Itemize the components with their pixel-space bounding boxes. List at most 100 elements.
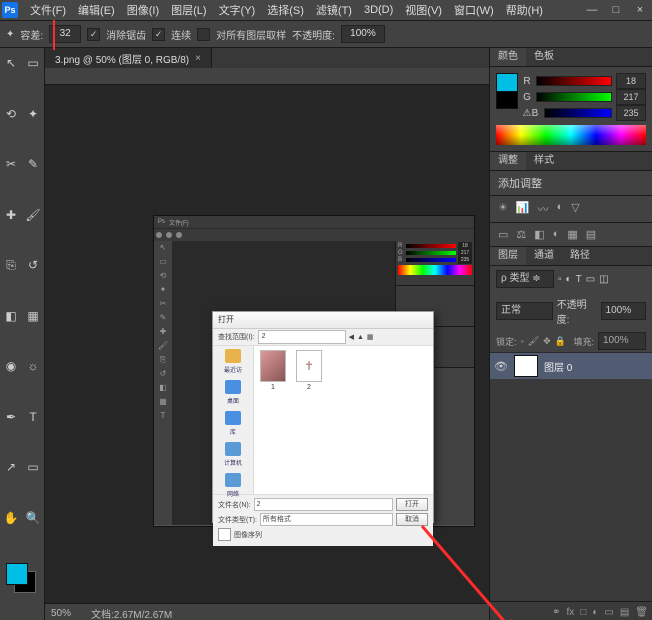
filter-shape-icon[interactable]: ▭ (586, 274, 595, 285)
places-recent[interactable]: 最近访 (213, 349, 253, 374)
marquee-tool[interactable]: ▭ (23, 53, 43, 73)
type-tool[interactable]: T (23, 407, 43, 427)
filter-adj-icon[interactable]: ◐ (566, 274, 572, 285)
zoom-tool[interactable]: 🔍 (23, 508, 43, 528)
back-icon[interactable]: ◀ (349, 333, 354, 341)
mask-icon[interactable]: □ (580, 607, 586, 618)
r-slider[interactable] (536, 76, 612, 86)
gradient-tool[interactable]: ▦ (23, 306, 43, 326)
delete-layer-icon[interactable]: 🗑 (635, 607, 648, 618)
brightness-icon[interactable]: ☀ (498, 201, 508, 217)
file-item-2[interactable]: ✝ 2 (294, 350, 324, 391)
group-icon[interactable]: ▭ (604, 607, 613, 618)
layer-filter-dropdown[interactable]: ρ 类型 ≑ (496, 270, 554, 288)
folder-dropdown[interactable]: 2 (258, 330, 346, 344)
fx-icon[interactable]: fx (567, 607, 575, 618)
document-tab-close-icon[interactable]: × (195, 53, 201, 64)
tab-channels[interactable]: 通道 (526, 247, 562, 265)
link-layers-icon[interactable]: ⚭ (552, 607, 560, 618)
b-value[interactable]: 235 (616, 105, 646, 121)
dodge-tool[interactable]: ☼ (23, 356, 43, 376)
bw-icon[interactable]: ◧ (534, 228, 544, 241)
foreground-color-swatch[interactable] (6, 563, 28, 585)
adjustment-layer-icon[interactable]: ◐ (592, 607, 598, 618)
shape-tool[interactable]: ▭ (23, 457, 43, 477)
places-desktop[interactable]: 桌面 (213, 380, 253, 405)
photofilter-icon[interactable]: ◐ (553, 228, 560, 241)
balance-icon[interactable]: ⚖ (516, 228, 526, 241)
window-minimize-button[interactable]: — (580, 0, 604, 20)
blur-tool[interactable]: ◉ (1, 356, 21, 376)
tab-adjustments[interactable]: 调整 (490, 152, 526, 170)
contiguous-checkbox[interactable]: ✓ (152, 28, 165, 41)
file-list[interactable]: 1 ✝ 2 (254, 346, 433, 494)
wand-tool[interactable]: ✦ (23, 104, 43, 124)
antialias-checkbox[interactable]: ✓ (87, 28, 100, 41)
move-tool[interactable]: ↖ (1, 53, 21, 73)
g-value[interactable]: 217 (616, 89, 646, 105)
tool-preset-icon[interactable]: ✦ (6, 29, 14, 40)
pen-tool[interactable]: ✒ (1, 407, 21, 427)
layer-thumbnail[interactable] (514, 355, 538, 377)
menu-view[interactable]: 视图(V) (399, 2, 448, 18)
window-close-button[interactable]: × (628, 0, 652, 20)
document-tab[interactable]: 3.png @ 50% (图层 0, RGB/8) × (45, 48, 212, 68)
g-slider[interactable] (536, 92, 612, 102)
layer-opacity-input[interactable]: 100% (601, 302, 646, 320)
cancel-button[interactable]: 取消 (396, 513, 428, 526)
filetype-dropdown[interactable]: 所有格式 (260, 513, 393, 526)
color-swatches[interactable] (6, 563, 36, 593)
lock-position-icon[interactable]: ✥ (543, 336, 551, 347)
r-value[interactable]: 18 (616, 73, 646, 89)
filter-pixel-icon[interactable]: ▫ (558, 274, 562, 285)
stamp-tool[interactable]: ⎘ (1, 255, 21, 275)
brush-tool[interactable]: 🖌 (23, 205, 43, 225)
menu-edit[interactable]: 编辑(E) (72, 2, 121, 18)
lock-all-icon[interactable]: 🔒 (555, 336, 566, 347)
curves-icon[interactable]: 〰 (538, 201, 549, 217)
hand-tool[interactable]: ✋ (1, 508, 21, 528)
image-sequence-checkbox[interactable] (218, 528, 231, 541)
up-icon[interactable]: ▲ (357, 334, 364, 341)
crop-tool[interactable]: ✂ (1, 154, 21, 174)
zoom-level[interactable]: 50% (51, 608, 71, 619)
eyedrop-tool[interactable]: ✎ (23, 154, 43, 174)
fill-input[interactable]: 100% (598, 332, 646, 350)
menu-filter[interactable]: 滤镜(T) (310, 2, 358, 18)
tab-paths[interactable]: 路径 (562, 247, 598, 265)
blend-mode-dropdown[interactable]: 正常 (496, 302, 553, 320)
color-spectrum[interactable] (496, 125, 646, 145)
filter-type-icon[interactable]: T (576, 274, 582, 285)
opacity-input[interactable]: 100% (341, 25, 385, 43)
file-item-1[interactable]: 1 (258, 350, 288, 391)
tab-swatches[interactable]: 色板 (526, 48, 562, 66)
eraser-tool[interactable]: ◧ (1, 306, 21, 326)
menu-image[interactable]: 图像(I) (121, 2, 165, 18)
layer-row[interactable]: 👁 图层 0 (490, 353, 652, 379)
path-tool[interactable]: ↗ (1, 457, 21, 477)
menu-file[interactable]: 文件(F) (24, 2, 72, 18)
mixer-icon[interactable]: ▦ (567, 228, 577, 241)
filter-smart-icon[interactable]: ◫ (599, 274, 608, 285)
places-library[interactable]: 库 (213, 411, 253, 436)
open-button[interactable]: 打开 (396, 498, 428, 511)
layer-visibility-icon[interactable]: 👁 (494, 360, 508, 373)
layer-name[interactable]: 图层 0 (544, 359, 572, 374)
levels-icon[interactable]: 📊 (516, 201, 530, 217)
hue-icon[interactable]: ▭ (498, 228, 508, 241)
menu-help[interactable]: 帮助(H) (500, 2, 549, 18)
window-maximize-button[interactable]: □ (604, 0, 628, 20)
menu-window[interactable]: 窗口(W) (448, 2, 500, 18)
menu-layer[interactable]: 图层(L) (165, 2, 212, 18)
places-network[interactable]: 网络 (213, 473, 253, 498)
tab-layers[interactable]: 图层 (490, 247, 526, 265)
menu-3d[interactable]: 3D(D) (358, 4, 399, 16)
panel-color-swatch[interactable] (496, 73, 518, 109)
exposure-icon[interactable]: ◐ (557, 201, 564, 217)
lookup-icon[interactable]: ▤ (586, 228, 596, 241)
lock-transparent-icon[interactable]: ▫ (521, 336, 524, 346)
lock-image-icon[interactable]: 🖌 (528, 336, 539, 347)
new-layer-icon[interactable]: ▤ (620, 607, 629, 618)
b-slider[interactable] (544, 108, 612, 118)
lasso-tool[interactable]: ⟲ (1, 104, 21, 124)
